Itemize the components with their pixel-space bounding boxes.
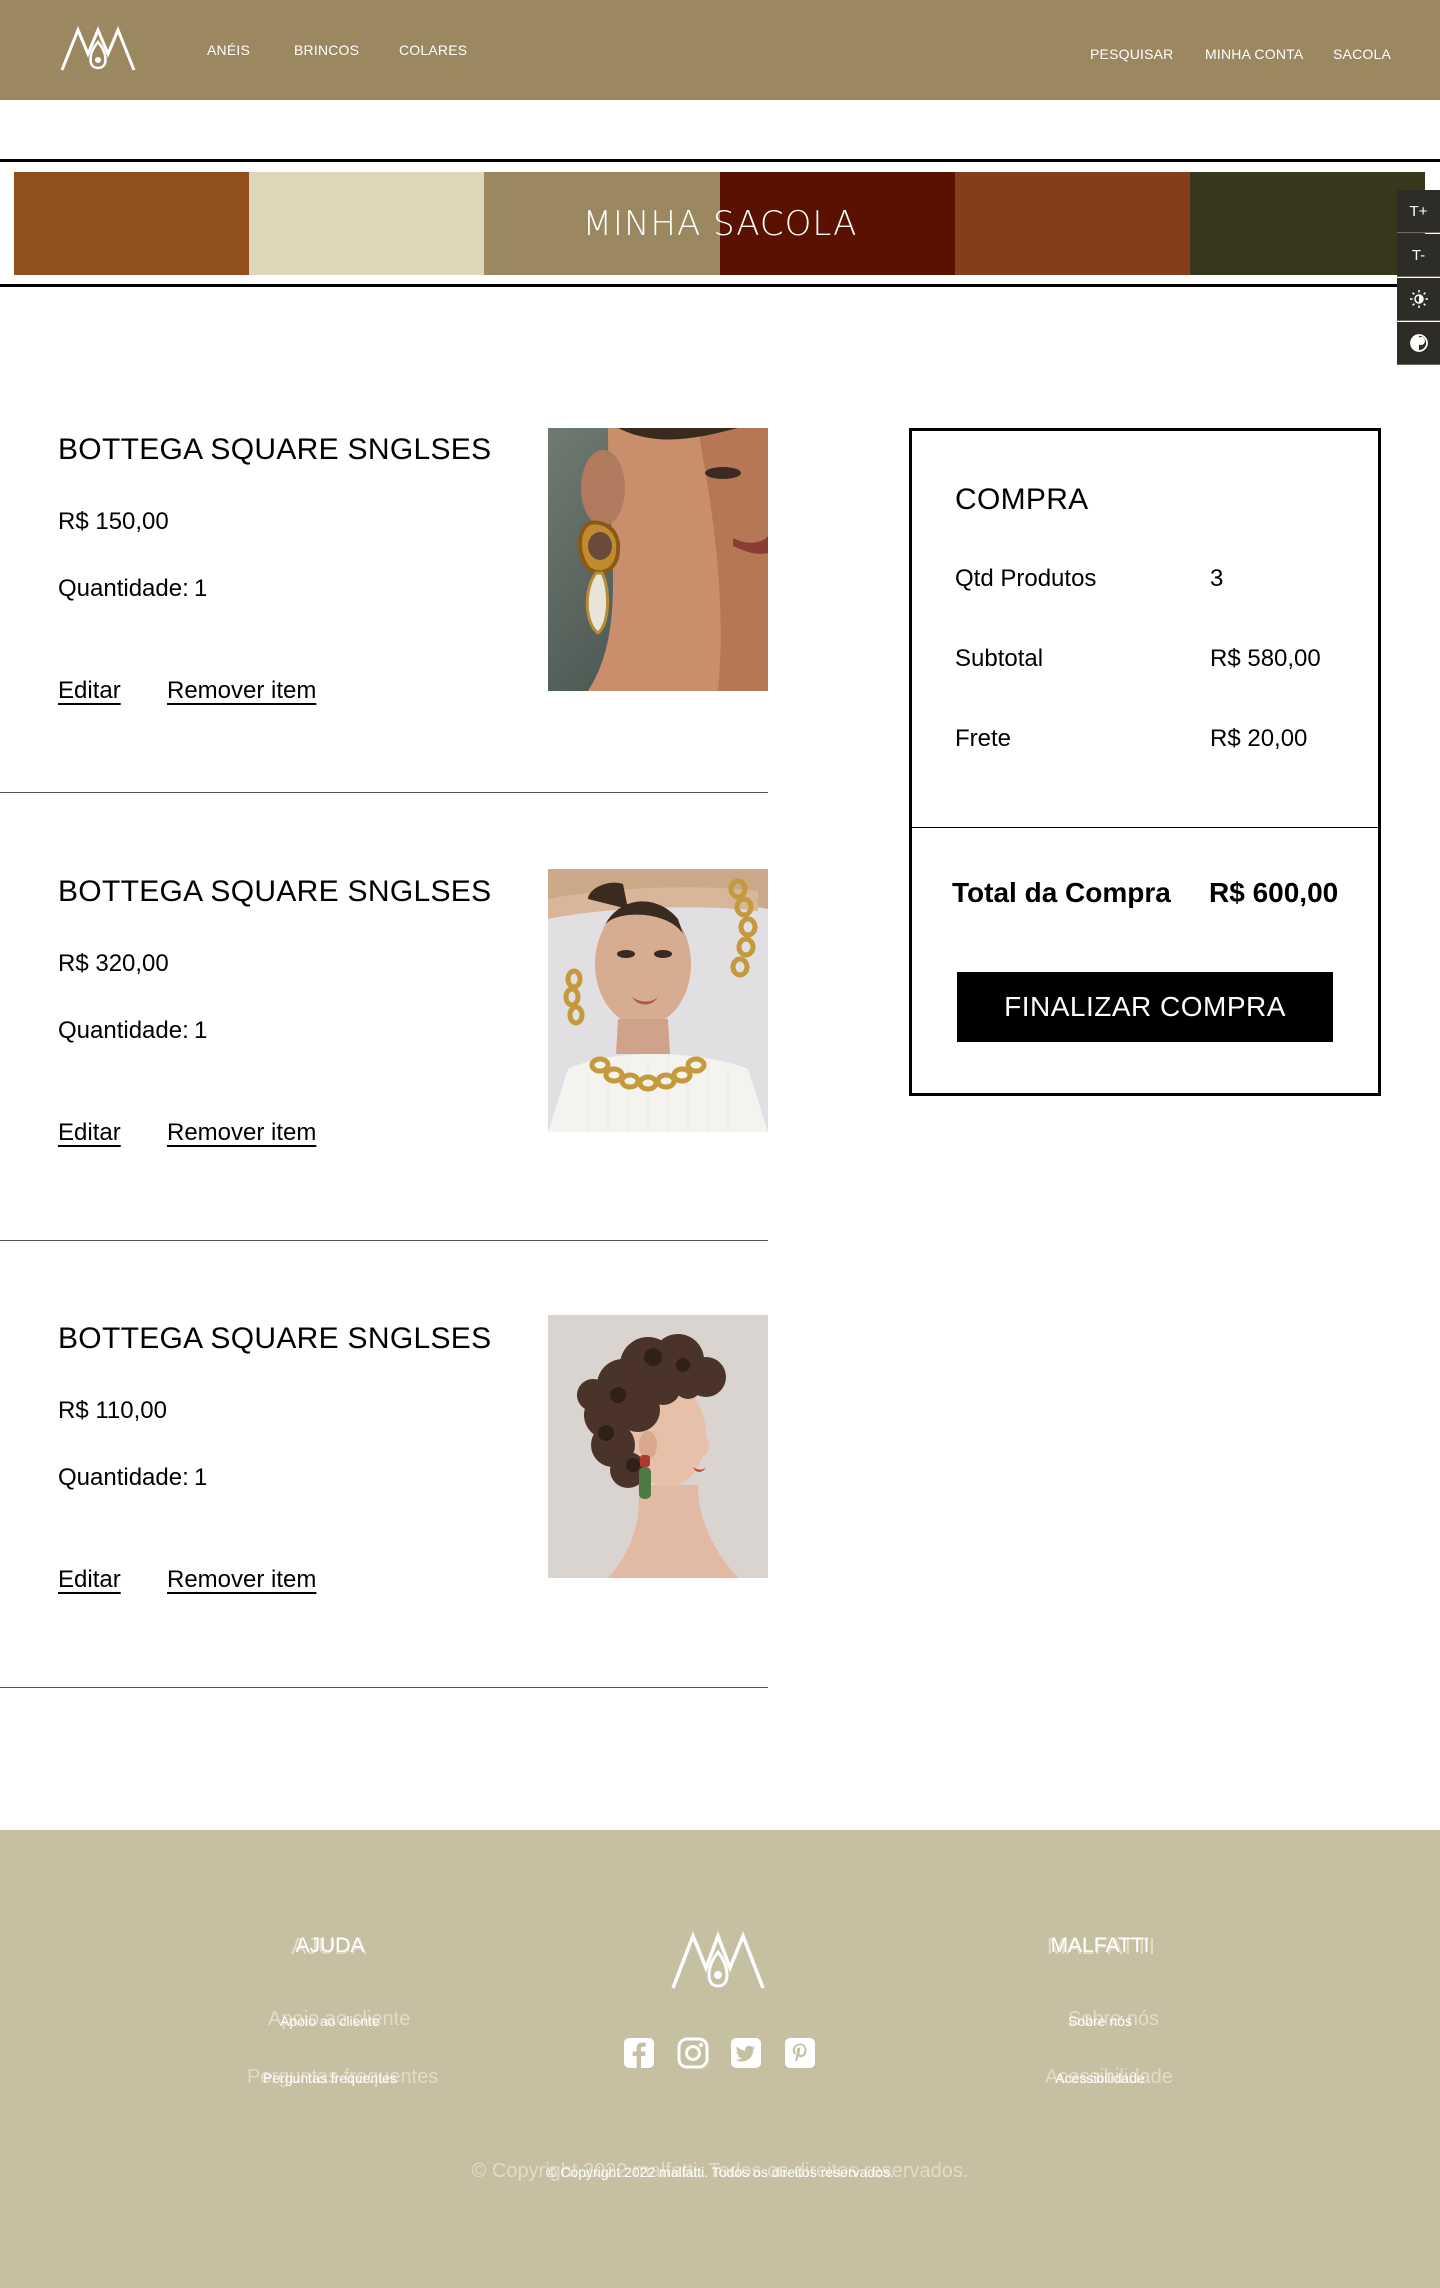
decrease-font-button[interactable]: T- <box>1397 234 1440 277</box>
footer-link-apoio[interactable]: Apoio ao cliente <box>220 2013 440 2029</box>
twitter-icon[interactable] <box>729 2036 763 2070</box>
quantity-value: 1 <box>194 575 208 602</box>
copyright-text: © Copyright 2022 malfatti. Todos os dire… <box>546 2164 894 2180</box>
site-header: ANÉIS BRINCOS COLARES PESQUISAR MINHA CO… <box>0 0 1440 100</box>
total-value: R$ 600,00 <box>1209 877 1339 908</box>
summary-value-subtotal: R$ 580,00 <box>1210 645 1321 672</box>
summary-value-shipping: R$ 20,00 <box>1210 725 1308 752</box>
quantity-label: Quantidade: <box>58 575 189 602</box>
earring-model-photo <box>548 428 768 691</box>
pinterest-icon[interactable] <box>783 2036 817 2070</box>
edit-item-link[interactable]: Editar <box>58 1119 121 1147</box>
footer-help-title: AJUDA <box>295 1934 365 1957</box>
malfatti-logo[interactable] <box>58 24 138 74</box>
contrast-icon <box>1409 334 1428 352</box>
summary-divider <box>912 827 1378 828</box>
summary-value-qty: 3 <box>1210 565 1224 592</box>
edit-item-link[interactable]: Editar <box>58 1566 121 1594</box>
malfatti-footer-logo[interactable] <box>668 1930 768 1992</box>
item-name: BOTTEGA SQUARE SNGLSES <box>58 875 492 908</box>
nav-pesquisar[interactable]: PESQUISAR <box>1090 46 1174 62</box>
summary-title: COMPRA <box>955 483 1089 516</box>
item-divider <box>0 1240 768 1241</box>
item-image[interactable] <box>548 869 768 1132</box>
quantity-value: 1 <box>194 1464 208 1491</box>
remove-item-link[interactable]: Remover item <box>167 677 316 705</box>
item-name: BOTTEGA SQUARE SNGLSES <box>58 433 492 466</box>
item-image[interactable] <box>548 428 768 691</box>
summary-label-shipping: Frete <box>955 725 1012 752</box>
nav-sacola[interactable]: SACOLA <box>1333 46 1391 62</box>
footer-link-faq[interactable]: Perguntas frequentes <box>220 2070 440 2086</box>
nav-aneis[interactable]: ANÉIS <box>207 42 250 58</box>
remove-item-link[interactable]: Remover item <box>167 1566 316 1594</box>
quantity-value: 1 <box>194 1017 208 1044</box>
curly-hair-model-photo <box>548 1315 768 1578</box>
site-footer: AJUDA AJUDA Apoio ao cliente Apoio ao cl… <box>0 1830 1440 2288</box>
page-title: MINHA SACOLA <box>582 203 858 244</box>
chain-necklace-model-photo <box>548 869 768 1132</box>
summary-label-qty: Qtd Produtos <box>955 565 1097 592</box>
quantity-label: Quantidade: <box>58 1017 189 1044</box>
item-divider <box>0 792 768 793</box>
banner-bottom-line <box>0 284 1440 287</box>
nav-brincos[interactable]: BRINCOS <box>294 42 359 58</box>
footer-link-acessibilidade[interactable]: Acessibilidade <box>990 2070 1210 2086</box>
increase-font-button[interactable]: T+ <box>1397 190 1440 233</box>
footer-brand-title: MALFATTI <box>1050 1934 1150 1957</box>
brightness-button[interactable] <box>1397 278 1440 321</box>
contrast-button[interactable] <box>1397 322 1440 365</box>
order-summary: COMPRA Qtd Produtos 3 Subtotal R$ 580,00… <box>909 428 1381 1096</box>
banner-top-line <box>0 159 1440 162</box>
total-label: Total da Compra <box>952 877 1171 908</box>
summary-label-subtotal: Subtotal <box>955 645 1044 672</box>
item-price: R$ 150,00 <box>58 508 169 535</box>
footer-link-sobre[interactable]: Sobre nós <box>990 2013 1210 2029</box>
item-name: BOTTEGA SQUARE SNGLSES <box>58 1322 492 1355</box>
item-image[interactable] <box>548 1315 768 1578</box>
checkout-button[interactable]: FINALIZAR COMPRA <box>957 972 1333 1042</box>
nav-minha-conta[interactable]: MINHA CONTA <box>1205 46 1303 62</box>
item-divider <box>0 1687 768 1688</box>
facebook-icon[interactable] <box>622 2036 656 2070</box>
brightness-icon <box>1409 290 1428 308</box>
item-price: R$ 320,00 <box>58 950 169 977</box>
instagram-icon[interactable] <box>676 2036 710 2070</box>
edit-item-link[interactable]: Editar <box>58 677 121 705</box>
nav-colares[interactable]: COLARES <box>399 42 467 58</box>
quantity-label: Quantidade: <box>58 1464 189 1491</box>
remove-item-link[interactable]: Remover item <box>167 1119 316 1147</box>
item-price: R$ 110,00 <box>58 1397 167 1424</box>
